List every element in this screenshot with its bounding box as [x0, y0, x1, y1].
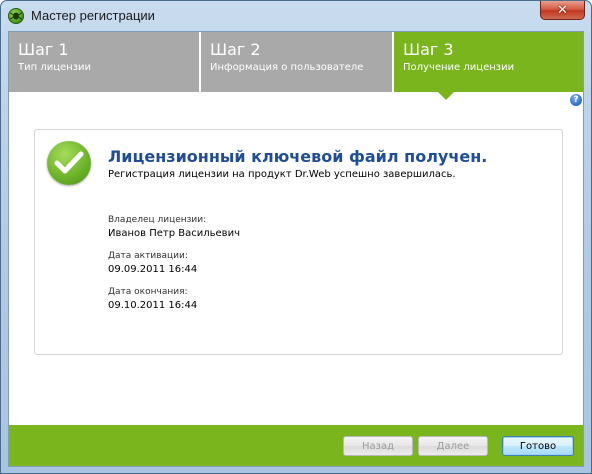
expiry-date-value: 09.10.2011 16:44: [108, 300, 198, 311]
back-button[interactable]: Назад: [343, 436, 413, 456]
step-3-number: Шаг 3: [403, 40, 454, 59]
close-button[interactable]: ✕: [540, 1, 585, 20]
check-icon: [47, 141, 91, 185]
step-3-label: Получение лицензии: [403, 62, 515, 73]
step-2-number: Шаг 2: [210, 40, 261, 59]
result-subheading: Регистрация лицензии на продукт Dr.Web у…: [108, 169, 456, 180]
done-button[interactable]: Готово: [502, 436, 574, 456]
activation-date-value: 09.09.2011 16:44: [108, 264, 198, 275]
activation-date-label: Дата активации:: [108, 251, 188, 261]
step-3: Шаг 3 Получение лицензии: [394, 32, 583, 92]
expiry-date-label: Дата окончания:: [108, 287, 188, 297]
help-glyph: ?: [573, 95, 579, 105]
title-bar[interactable]: Мастер регистрации ✕: [1, 1, 591, 31]
step-2-label: Информация о пользователе: [210, 62, 364, 73]
help-icon[interactable]: ?: [570, 94, 582, 106]
wizard-client-area: Шаг 1 Тип лицензии Шаг 2 Информация о по…: [8, 31, 584, 467]
window-title: Мастер регистрации: [31, 8, 155, 23]
owner-label: Владелец лицензии:: [108, 215, 207, 225]
drweb-spider-icon: [8, 8, 24, 24]
step-1-label: Тип лицензии: [18, 62, 92, 73]
step-1: Шаг 1 Тип лицензии: [9, 32, 199, 92]
registration-wizard-window: Мастер регистрации ✕ Шаг 1 Тип лицензии …: [0, 0, 592, 474]
step-1-number: Шаг 1: [18, 40, 69, 59]
close-icon: ✕: [557, 2, 568, 18]
owner-value: Иванов Петр Васильевич: [108, 228, 240, 239]
active-step-pointer: [438, 92, 454, 100]
next-button[interactable]: Далее: [418, 436, 488, 456]
result-heading: Лицензионный ключевой файл получен.: [108, 147, 488, 166]
button-bar: Назад Далее Готово: [9, 425, 583, 466]
step-header: Шаг 1 Тип лицензии Шаг 2 Информация о по…: [9, 32, 583, 92]
result-panel: Лицензионный ключевой файл получен. Реги…: [34, 129, 563, 355]
step-2: Шаг 2 Информация о пользователе: [201, 32, 392, 92]
